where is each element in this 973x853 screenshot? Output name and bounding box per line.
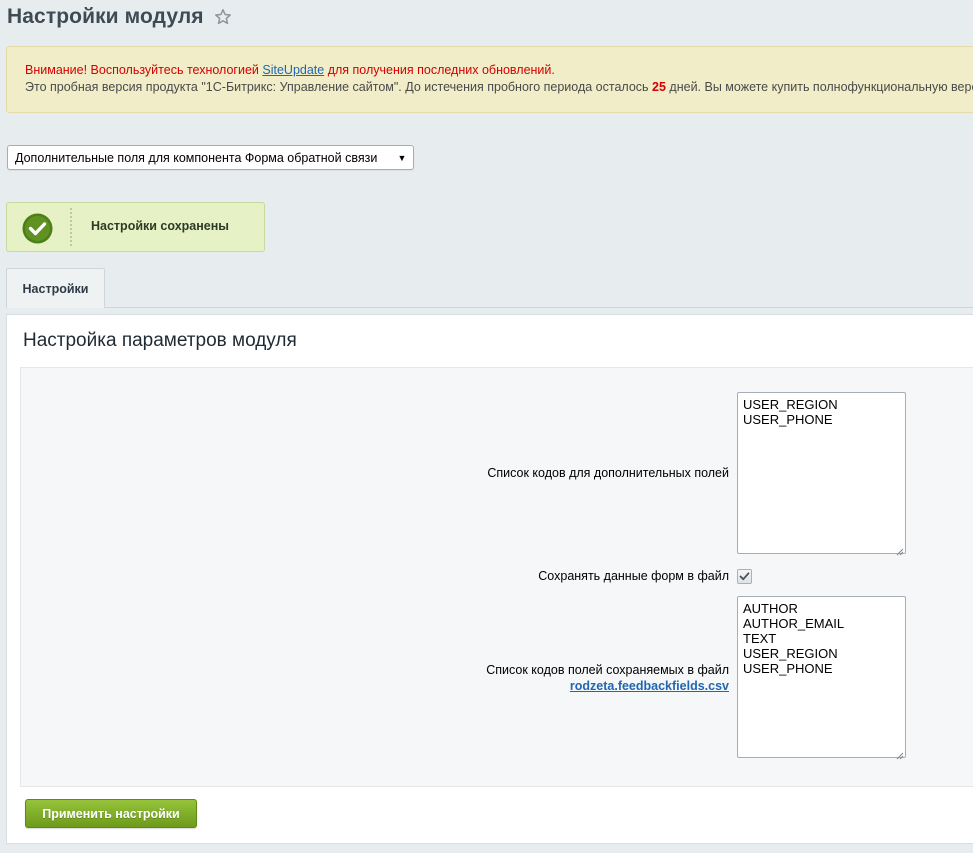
trial-days: 25 — [652, 80, 666, 94]
update-notice: Внимание! Воспользуйтесь технологией Sit… — [6, 46, 973, 113]
save-to-file-checkbox[interactable] — [737, 569, 752, 584]
extra-codes-label: Список кодов для дополнительных полей — [487, 466, 729, 480]
extra-codes-textarea[interactable]: USER_REGION USER_PHONE — [737, 392, 906, 556]
success-message: Настройки сохранены — [6, 202, 265, 252]
success-text: Настройки сохранены — [91, 219, 229, 233]
page: Настройки модуля Внимание! Воспользуйтес… — [0, 0, 973, 853]
divider — [70, 208, 72, 246]
update-warning: Внимание! Воспользуйтесь технологией Sit… — [25, 62, 973, 79]
textarea-line: TEXT — [743, 631, 777, 646]
settings-form: Список кодов для дополнительных полей Со… — [20, 367, 973, 787]
panel-heading: Настройка параметров модуля — [23, 330, 297, 351]
module-select[interactable]: Дополнительные поля для компонента Форма… — [7, 145, 414, 170]
tab-settings[interactable]: Настройки — [6, 268, 105, 308]
module-select-value: Дополнительные поля для компонента Форма… — [15, 150, 378, 165]
textarea-line: USER_REGION — [743, 397, 838, 412]
chevron-down-icon: ▼ — [397, 152, 407, 163]
textarea-line: USER_PHONE — [743, 412, 833, 427]
saved-codes-label-text: Список кодов полей сохраняемых в файл — [486, 663, 729, 677]
warning-prefix: Внимание! Воспользуйтесь технологией — [25, 63, 263, 77]
trial-notice: Это пробная версия продукта "1С-Битрикс:… — [25, 79, 973, 96]
settings-panel: Настройка параметров модуля Список кодов… — [6, 314, 973, 844]
textarea-line: AUTHOR — [743, 601, 798, 616]
textarea-line: USER_PHONE — [743, 661, 833, 676]
tab-strip-line — [105, 307, 973, 308]
saved-codes-label: Список кодов полей сохраняемых в файл ro… — [486, 662, 729, 694]
save-to-file-label: Сохранять данные форм в файл — [538, 569, 729, 583]
resize-handle-icon[interactable] — [896, 748, 904, 760]
label-column: Список кодов для дополнительных полей Со… — [21, 368, 729, 786]
siteupdate-link[interactable]: SiteUpdate — [262, 63, 324, 77]
csv-file-link[interactable]: rodzeta.feedbackfields.csv — [570, 679, 729, 693]
check-circle-icon — [22, 213, 53, 244]
title-row: Настройки модуля — [7, 2, 232, 32]
trial-suffix: дней. Вы можете купить полнофункциональн… — [665, 80, 973, 94]
trial-prefix: Это пробная версия продукта "1С-Битрикс:… — [25, 80, 653, 94]
textarea-line: USER_REGION — [743, 646, 838, 661]
star-icon[interactable] — [214, 8, 232, 26]
saved-codes-textarea[interactable]: AUTHOR AUTHOR_EMAIL TEXT USER_REGION USE… — [737, 596, 906, 760]
textarea-line: AUTHOR_EMAIL — [743, 616, 845, 631]
page-title: Настройки модуля — [7, 5, 204, 28]
apply-settings-button[interactable]: Применить настройки — [25, 799, 197, 828]
warning-suffix: для получения последних обновлений. — [324, 63, 555, 77]
resize-handle-icon[interactable] — [896, 544, 904, 556]
